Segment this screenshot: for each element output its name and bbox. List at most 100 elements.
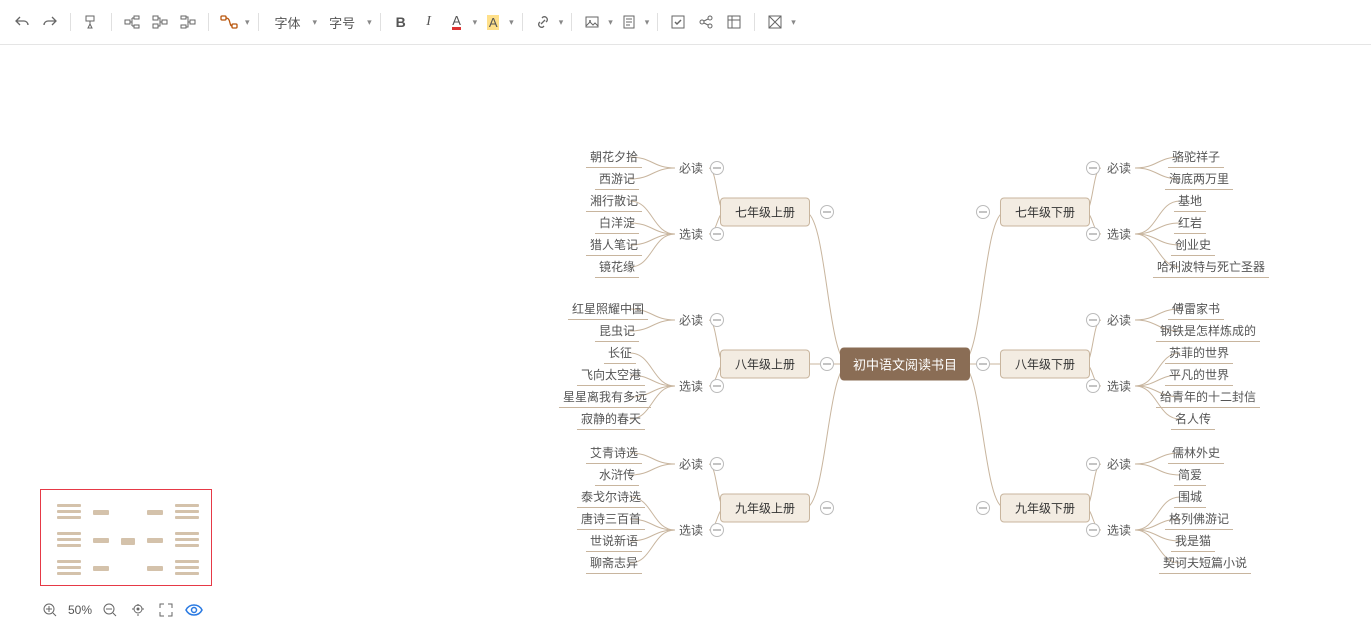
leaf-node[interactable]: 骆驼祥子 <box>1168 146 1224 168</box>
grade-node[interactable]: 七年级上册 <box>720 198 810 227</box>
grade-node[interactable]: 八年级上册 <box>720 350 810 379</box>
chevron-down-icon[interactable]: ▾ <box>791 17 796 28</box>
grade-node[interactable]: 九年级下册 <box>1000 494 1090 523</box>
grade-node[interactable]: 八年级下册 <box>1000 350 1090 379</box>
category-opt[interactable]: 选读 <box>1107 522 1131 539</box>
toggle-g7u-must[interactable] <box>710 161 724 175</box>
chevron-down-icon[interactable]: ▾ <box>313 17 318 28</box>
leaf-node[interactable]: 红岩 <box>1174 212 1206 234</box>
chevron-down-icon[interactable]: ▾ <box>645 17 650 28</box>
category-must[interactable]: 必读 <box>679 456 703 473</box>
toggle-g9u[interactable] <box>820 501 834 515</box>
task-button[interactable] <box>666 10 690 34</box>
toggle-g9u-must[interactable] <box>710 457 724 471</box>
zoom-in-button[interactable] <box>40 600 60 620</box>
toggle-g8d-must[interactable] <box>1086 313 1100 327</box>
leaf-node[interactable]: 名人传 <box>1171 408 1215 430</box>
leaf-node[interactable]: 创业史 <box>1171 234 1215 256</box>
leaf-node[interactable]: 简爱 <box>1174 464 1206 486</box>
leaf-node[interactable]: 长征 <box>604 342 636 364</box>
toggle-g8u[interactable] <box>820 357 834 371</box>
italic-button[interactable]: I <box>417 10 441 34</box>
toggle-g8u-must[interactable] <box>710 313 724 327</box>
leaf-node[interactable]: 钢铁是怎样炼成的 <box>1156 320 1260 342</box>
leaf-node[interactable]: 艾青诗选 <box>586 442 642 464</box>
toggle-g9d-opt[interactable] <box>1086 523 1100 537</box>
toggle-g9d-must[interactable] <box>1086 457 1100 471</box>
root-node[interactable]: 初中语文阅读书目 <box>840 348 970 381</box>
leaf-node[interactable]: 格列佛游记 <box>1165 508 1233 530</box>
leaf-node[interactable]: 唐诗三百首 <box>577 508 645 530</box>
font-color-button[interactable]: A <box>445 10 469 34</box>
toggle-g7d-opt[interactable] <box>1086 227 1100 241</box>
tag-button[interactable] <box>694 10 718 34</box>
category-must[interactable]: 必读 <box>1107 160 1131 177</box>
category-must[interactable]: 必读 <box>1107 456 1131 473</box>
image-button[interactable] <box>580 10 604 34</box>
toggle-g7d-must[interactable] <box>1086 161 1100 175</box>
style-button[interactable] <box>763 10 787 34</box>
leaf-node[interactable]: 海底两万里 <box>1165 168 1233 190</box>
leaf-node[interactable]: 给青年的十二封信 <box>1156 386 1260 408</box>
leaf-node[interactable]: 苏菲的世界 <box>1165 342 1233 364</box>
toggle-g7d[interactable] <box>976 205 990 219</box>
leaf-node[interactable]: 镜花缘 <box>595 256 639 278</box>
chevron-down-icon[interactable]: ▾ <box>608 17 613 28</box>
leaf-node[interactable]: 我是猫 <box>1171 530 1215 552</box>
category-must[interactable]: 必读 <box>679 160 703 177</box>
leaf-node[interactable]: 猎人笔记 <box>586 234 642 256</box>
grade-node[interactable]: 九年级上册 <box>720 494 810 523</box>
fit-button[interactable] <box>156 600 176 620</box>
chevron-down-icon[interactable]: ▾ <box>245 17 250 28</box>
leaf-node[interactable]: 红星照耀中国 <box>568 298 648 320</box>
toggle-g7u[interactable] <box>820 205 834 219</box>
chevron-down-icon[interactable]: ▾ <box>559 17 564 28</box>
category-opt[interactable]: 选读 <box>679 226 703 243</box>
category-opt[interactable]: 选读 <box>1107 378 1131 395</box>
chevron-down-icon[interactable]: ▾ <box>473 17 478 28</box>
toggle-g8d[interactable] <box>976 357 990 371</box>
chevron-down-icon[interactable]: ▾ <box>509 17 514 28</box>
chevron-down-icon[interactable]: ▾ <box>367 17 372 28</box>
category-must[interactable]: 必读 <box>679 312 703 329</box>
toggle-g9d[interactable] <box>976 501 990 515</box>
leaf-node[interactable]: 白洋淀 <box>595 212 639 234</box>
eye-button[interactable] <box>184 600 204 620</box>
relationship-button[interactable] <box>217 10 241 34</box>
leaf-node[interactable]: 傅雷家书 <box>1168 298 1224 320</box>
table-button[interactable] <box>722 10 746 34</box>
leaf-node[interactable]: 水浒传 <box>595 464 639 486</box>
category-opt[interactable]: 选读 <box>679 522 703 539</box>
leaf-node[interactable]: 星星离我有多远 <box>559 386 651 408</box>
locate-button[interactable] <box>128 600 148 620</box>
category-opt[interactable]: 选读 <box>679 378 703 395</box>
zoom-out-button[interactable] <box>100 600 120 620</box>
leaf-node[interactable]: 聊斋志异 <box>586 552 642 574</box>
toggle-g9u-opt[interactable] <box>710 523 724 537</box>
leaf-node[interactable]: 朝花夕拾 <box>586 146 642 168</box>
category-must[interactable]: 必读 <box>1107 312 1131 329</box>
bold-button[interactable]: B <box>389 10 413 34</box>
leaf-node[interactable]: 昆虫记 <box>595 320 639 342</box>
leaf-node[interactable]: 湘行散记 <box>586 190 642 212</box>
redo-button[interactable] <box>38 10 62 34</box>
undo-button[interactable] <box>10 10 34 34</box>
leaf-node[interactable]: 儒林外史 <box>1168 442 1224 464</box>
leaf-node[interactable]: 世说新语 <box>586 530 642 552</box>
font-family-select[interactable]: 字体 <box>267 13 309 32</box>
grade-node[interactable]: 七年级下册 <box>1000 198 1090 227</box>
leaf-node[interactable]: 契诃夫短篇小说 <box>1159 552 1251 574</box>
font-size-select[interactable]: 字号 <box>321 13 363 32</box>
sibling-node-button[interactable] <box>148 10 172 34</box>
leaf-node[interactable]: 哈利波特与死亡圣器 <box>1153 256 1269 278</box>
leaf-node[interactable]: 西游记 <box>595 168 639 190</box>
leaf-node[interactable]: 寂静的春天 <box>577 408 645 430</box>
link-button[interactable] <box>531 10 555 34</box>
leaf-node[interactable]: 围城 <box>1174 486 1206 508</box>
leaf-node[interactable]: 平凡的世界 <box>1165 364 1233 386</box>
toggle-g7u-opt[interactable] <box>710 227 724 241</box>
leaf-node[interactable]: 基地 <box>1174 190 1206 212</box>
child-node-button[interactable] <box>120 10 144 34</box>
category-opt[interactable]: 选读 <box>1107 226 1131 243</box>
highlight-button[interactable]: A <box>481 10 505 34</box>
